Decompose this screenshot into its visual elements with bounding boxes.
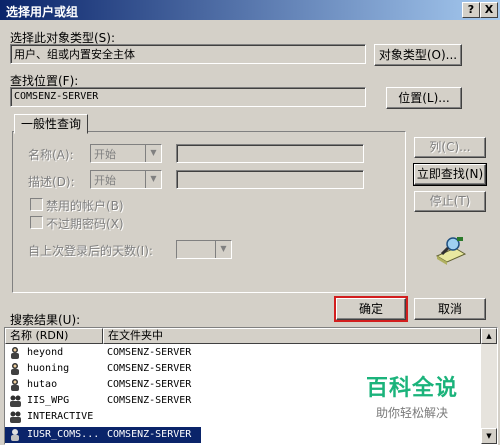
disabled-accounts-label: 禁用的帐户(B): [46, 199, 124, 213]
row-name: huoning: [27, 363, 70, 374]
list-item[interactable]: IUSR_COMS... COMSENZ-SERVER: [5, 427, 201, 443]
name-label: 名称(A):: [28, 148, 74, 162]
chevron-down-icon: ▼: [145, 171, 161, 188]
row-name: IUSR_COMS...: [27, 429, 100, 440]
group-icon: [9, 410, 22, 423]
search-illustration-icon: [433, 234, 469, 266]
row-name: IIS_WPG: [27, 395, 70, 406]
find-now-button[interactable]: 立即查找(N): [413, 163, 487, 186]
row-folder: COMSENZ-SERVER: [107, 347, 192, 358]
description-label: 描述(D):: [28, 175, 75, 189]
user-icon: [9, 428, 22, 441]
watermark-subtitle: 助你轻松解决: [375, 406, 448, 420]
object-type-field: 用户、组或内置安全主体: [10, 44, 366, 64]
user-icon: [9, 346, 22, 359]
scroll-up-arrow-icon[interactable]: ▲: [481, 328, 497, 344]
days-since-logon-label: 自上次登录后的天数(I):: [28, 244, 153, 258]
list-item[interactable]: hutao COMSENZ-SERVER: [5, 377, 205, 393]
row-folder: COMSENZ-SERVER: [107, 429, 192, 440]
column-header-name[interactable]: 名称 (RDN): [5, 328, 103, 344]
watermark: 百科全说 助你轻松解决: [352, 370, 472, 421]
group-icon: [9, 394, 22, 407]
list-item[interactable]: IIS_WPG COMSENZ-SERVER: [5, 393, 205, 409]
name-operator-select[interactable]: 开始 ▼: [90, 144, 162, 163]
non-expiring-password-checkbox[interactable]: [30, 216, 43, 229]
chevron-down-icon: ▼: [215, 241, 231, 258]
select-users-dialog: 选择用户或组 ? X 选择此对象类型(S): 用户、组或内置安全主体 对象类型(…: [0, 0, 500, 445]
object-types-button[interactable]: 对象类型(O)...: [374, 44, 462, 66]
chevron-down-icon: ▼: [145, 145, 161, 162]
title-bar: 选择用户或组 ? X: [0, 0, 500, 20]
name-operator-value: 开始: [94, 148, 116, 161]
stop-button[interactable]: 停止(T): [414, 191, 486, 212]
column-header-folder[interactable]: 在文件夹中: [103, 328, 481, 344]
non-expiring-password-label: 不过期密码(X): [46, 217, 124, 231]
search-results-label: 搜索结果(U):: [10, 313, 81, 327]
list-item[interactable]: heyond COMSENZ-SERVER: [5, 345, 205, 361]
window-title: 选择用户或组: [6, 5, 79, 19]
tab-common-queries[interactable]: 一般性查询: [14, 114, 89, 134]
cancel-button[interactable]: 取消: [414, 298, 486, 320]
list-item[interactable]: INTERACTIVE: [5, 409, 205, 425]
row-name: heyond: [27, 347, 64, 358]
row-folder: COMSENZ-SERVER: [107, 395, 192, 406]
row-folder: COMSENZ-SERVER: [107, 379, 192, 390]
description-operator-select[interactable]: 开始 ▼: [90, 170, 162, 189]
row-folder: COMSENZ-SERVER: [107, 363, 192, 374]
days-since-logon-select[interactable]: ▼: [176, 240, 232, 259]
results-scrollbar[interactable]: ▲ ▼: [481, 328, 497, 444]
user-icon: [9, 378, 22, 391]
disabled-accounts-checkbox[interactable]: [30, 198, 43, 211]
row-name: INTERACTIVE: [27, 411, 94, 422]
description-input[interactable]: [176, 170, 364, 189]
ok-button[interactable]: 确定: [334, 296, 408, 322]
name-input[interactable]: [176, 144, 364, 163]
location-field: COMSENZ-SERVER: [10, 87, 366, 107]
columns-button[interactable]: 列(C)...: [414, 137, 486, 158]
close-button[interactable]: X: [480, 2, 498, 18]
user-icon: [9, 362, 22, 375]
scroll-down-arrow-icon[interactable]: ▼: [481, 428, 497, 444]
row-name: hutao: [27, 379, 58, 390]
help-button[interactable]: ?: [462, 2, 480, 18]
list-item[interactable]: huoning COMSENZ-SERVER: [5, 361, 205, 377]
description-operator-value: 开始: [94, 174, 116, 187]
watermark-title: 百科全说: [365, 376, 458, 401]
locations-button[interactable]: 位置(L)...: [386, 87, 462, 109]
